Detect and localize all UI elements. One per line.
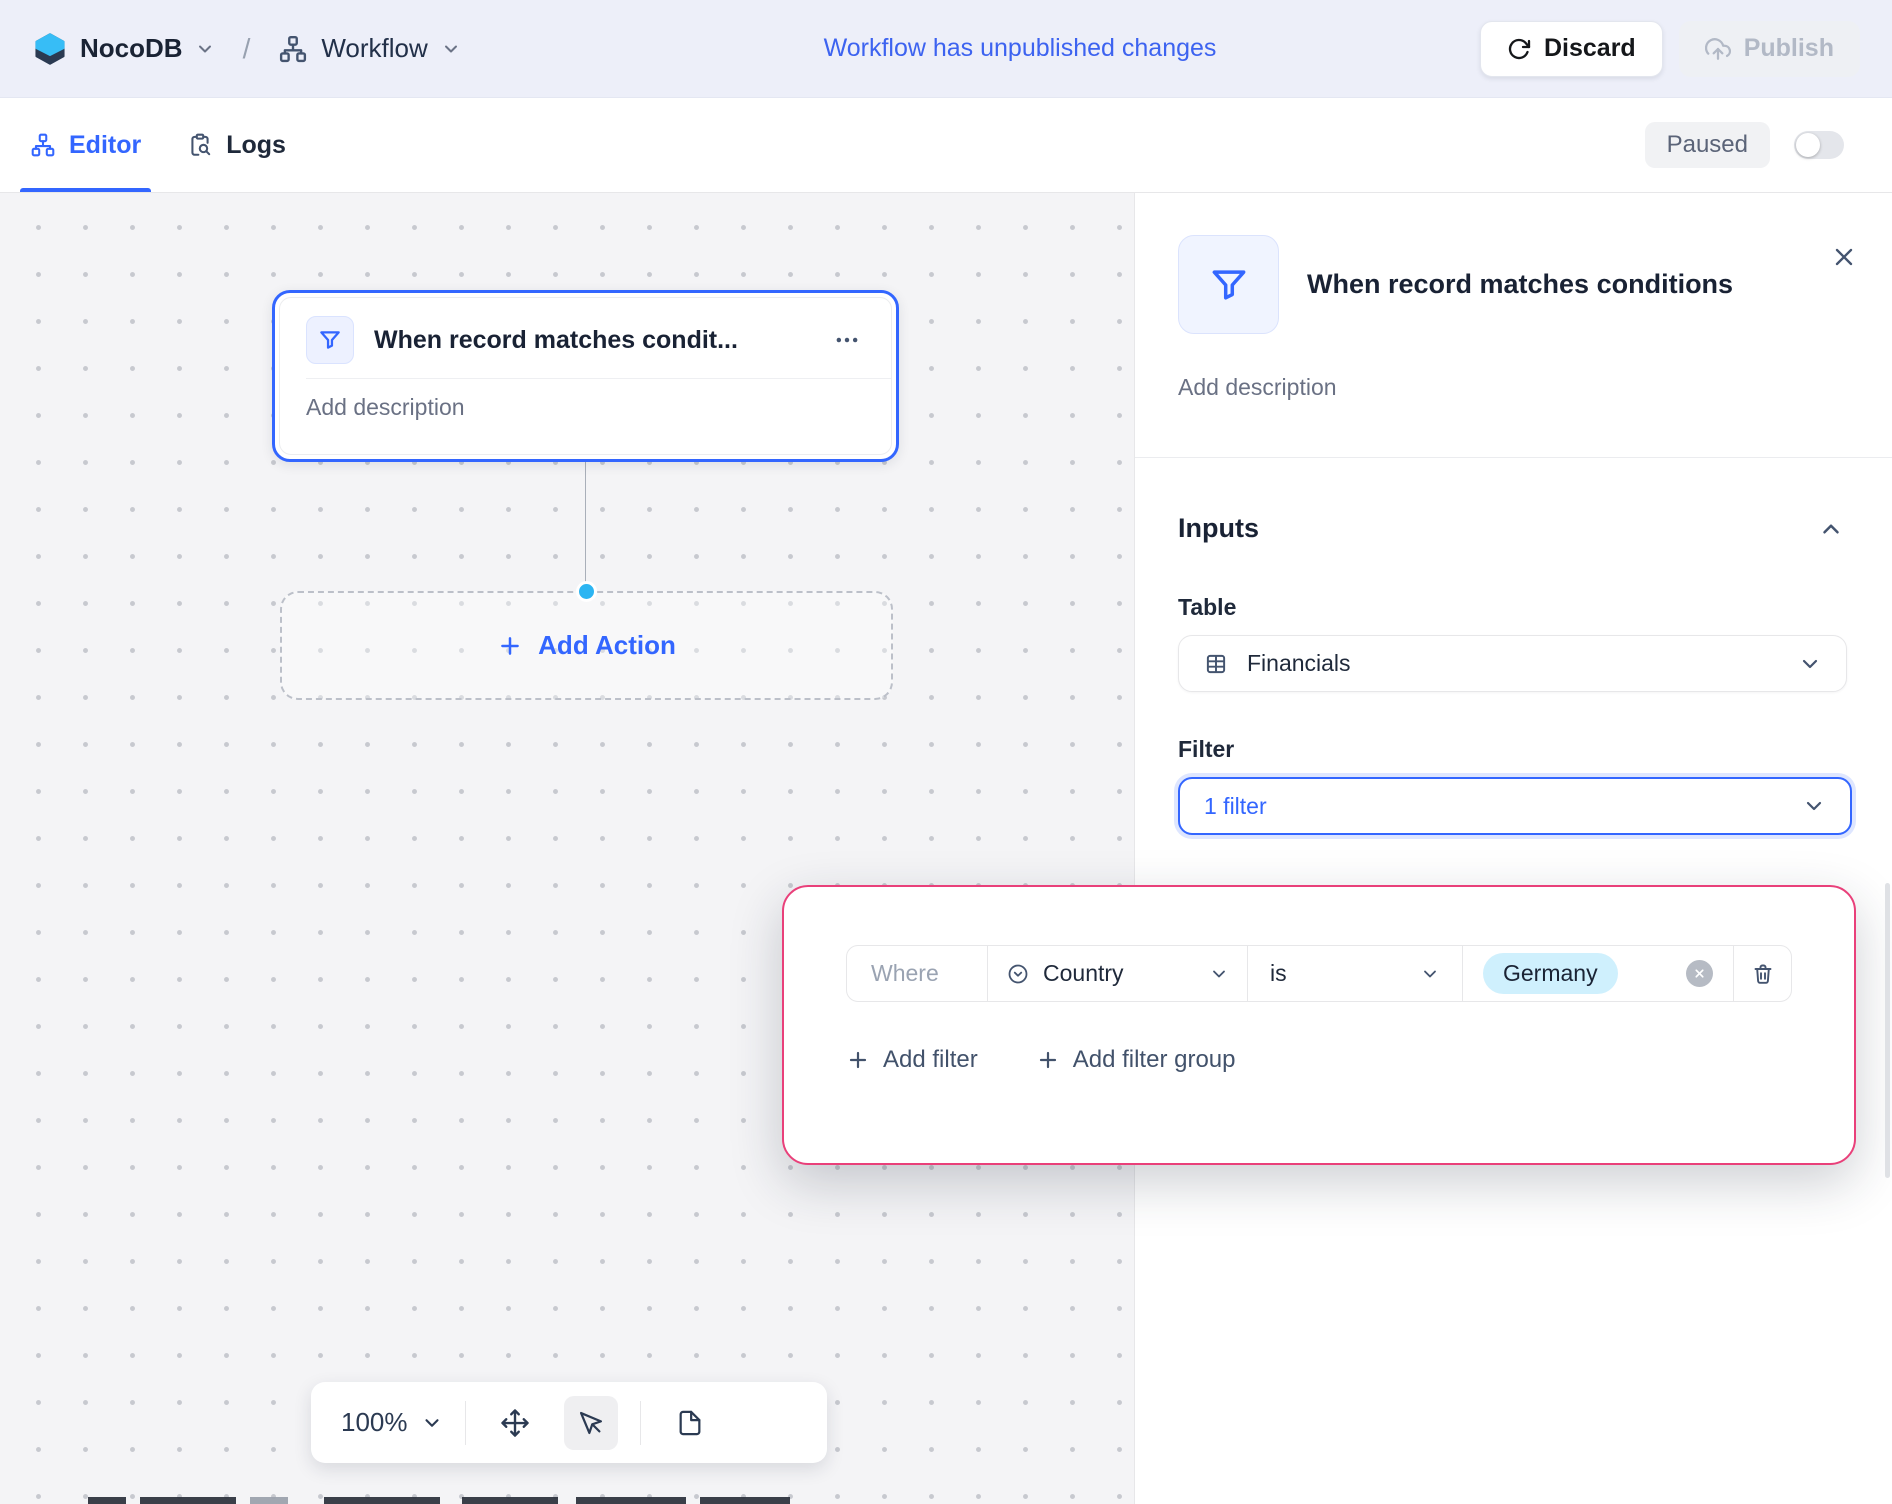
breadcrumb: NocoDB / Workflow — [32, 31, 461, 67]
clear-value-icon[interactable] — [1686, 960, 1713, 987]
node-menu-ellipsis-icon[interactable] — [829, 322, 865, 358]
table-select-value: Financials — [1247, 650, 1780, 677]
filter-funnel-icon — [306, 316, 354, 364]
workflow-label: Workflow — [321, 33, 427, 64]
filter-funnel-icon — [1178, 235, 1279, 334]
table-grid-icon — [1203, 651, 1229, 677]
select-tool-button[interactable] — [564, 1396, 618, 1450]
filter-select[interactable]: 1 filter — [1178, 777, 1852, 835]
filter-field-dropdown[interactable]: Country — [987, 946, 1247, 1001]
select-field-type-icon — [1006, 962, 1030, 986]
plus-icon — [846, 1048, 870, 1072]
chevron-down-icon — [421, 1412, 443, 1434]
toolbar-divider — [640, 1401, 641, 1445]
zoom-level-control[interactable]: 100% — [341, 1407, 443, 1438]
filter-operator-dropdown[interactable]: is — [1247, 946, 1462, 1001]
refresh-icon — [1507, 37, 1531, 61]
plus-icon — [497, 633, 523, 659]
file-icon — [676, 1409, 704, 1437]
canvas-toolbar: 100% — [311, 1382, 827, 1463]
topbar: NocoDB / Workflow Workflow has unpublish… — [0, 0, 1892, 98]
toolbar-divider — [465, 1401, 466, 1445]
publish-label: Publish — [1744, 34, 1834, 63]
filter-value-tag: Germany — [1483, 953, 1618, 994]
add-filter-group-label: Add filter group — [1073, 1046, 1236, 1074]
filter-popup-actions: Add filter Add filter group — [846, 1046, 1792, 1074]
panel-title: When record matches conditions — [1307, 268, 1733, 302]
pan-tool-button[interactable] — [488, 1396, 542, 1450]
trigger-node-title: When record matches condit... — [374, 326, 809, 355]
add-filter-label: Add filter — [883, 1046, 978, 1074]
tab-logs[interactable]: Logs — [177, 98, 296, 192]
add-filter-button[interactable]: Add filter — [846, 1046, 978, 1074]
table-field-label: Table — [1178, 594, 1849, 621]
notes-tool-button[interactable] — [663, 1396, 717, 1450]
panel-header: When record matches conditions — [1178, 235, 1792, 334]
trigger-node-header: When record matches condit... — [280, 298, 891, 378]
chevron-down-icon — [1420, 964, 1440, 984]
close-icon[interactable] — [1830, 243, 1858, 271]
topbar-actions: Discard Publish — [1480, 21, 1860, 77]
inputs-section-header[interactable]: Inputs — [1178, 513, 1844, 544]
breadcrumb-separator: / — [243, 33, 251, 65]
filter-select-value: 1 filter — [1204, 793, 1784, 820]
inputs-heading: Inputs — [1178, 513, 1259, 544]
tab-editor[interactable]: Editor — [20, 98, 151, 192]
filter-field-value: Country — [1043, 960, 1124, 987]
workflow-switcher-button[interactable]: Workflow — [278, 33, 460, 64]
filter-value-field[interactable]: Germany — [1462, 946, 1733, 1001]
panel-scrollbar[interactable] — [1885, 883, 1890, 1178]
move-arrows-icon — [500, 1408, 530, 1438]
clipped-bottom-content — [88, 1497, 790, 1504]
panel-description-placeholder[interactable]: Add description — [1178, 374, 1849, 401]
brand-name: NocoDB — [80, 33, 183, 64]
filter-field-label: Filter — [1178, 736, 1849, 763]
editor-workflow-icon — [30, 132, 56, 158]
chevron-down-icon — [1209, 964, 1229, 984]
workflow-canvas[interactable]: When record matches condit... Add descri… — [0, 193, 1134, 1504]
delete-filter-button[interactable] — [1733, 946, 1791, 1001]
publish-button[interactable]: Publish — [1679, 21, 1860, 77]
tabbar: Editor Logs Paused — [0, 98, 1892, 193]
trigger-node-card: When record matches condit... Add descri… — [279, 297, 892, 455]
panel-divider — [1135, 457, 1892, 458]
node-settings-panel: When record matches conditions Add descr… — [1134, 193, 1892, 1504]
add-action-dropzone[interactable]: Add Action — [280, 591, 893, 700]
base-switcher-button[interactable]: NocoDB — [80, 33, 215, 64]
filter-popup: Where Country is Germany — [782, 885, 1856, 1165]
tab-logs-label: Logs — [226, 131, 286, 160]
discard-button[interactable]: Discard — [1480, 21, 1663, 77]
upload-cloud-icon — [1705, 36, 1731, 62]
connector-handle[interactable] — [576, 581, 597, 602]
chevron-down-icon — [195, 39, 215, 59]
node-description-placeholder[interactable]: Add description — [280, 379, 891, 436]
plus-icon — [1036, 1048, 1060, 1072]
chevron-down-icon — [1798, 652, 1822, 676]
tabbar-right: Paused — [1645, 122, 1872, 168]
filter-condition-row: Where Country is Germany — [846, 945, 1792, 1002]
tab-editor-label: Editor — [69, 131, 141, 160]
node-connector-line — [585, 459, 587, 592]
paused-status-badge: Paused — [1645, 122, 1770, 168]
nocodb-logo-icon[interactable] — [32, 31, 68, 67]
main-area: When record matches condit... Add descri… — [0, 193, 1892, 1504]
cursor-arrow-icon — [577, 1409, 605, 1437]
table-select[interactable]: Financials — [1178, 635, 1847, 692]
add-action-label: Add Action — [538, 630, 676, 661]
trigger-node[interactable]: When record matches condit... Add descri… — [272, 290, 899, 462]
chevron-up-icon — [1818, 516, 1844, 542]
workflow-icon — [278, 34, 308, 64]
paused-toggle[interactable] — [1794, 131, 1844, 159]
chevron-down-icon — [441, 39, 461, 59]
filter-operator-value: is — [1270, 960, 1287, 987]
clipboard-search-icon — [187, 132, 213, 158]
where-label: Where — [847, 946, 987, 1001]
unpublished-changes-status: Workflow has unpublished changes — [824, 34, 1217, 63]
add-filter-group-button[interactable]: Add filter group — [1036, 1046, 1236, 1074]
discard-label: Discard — [1544, 34, 1636, 63]
zoom-level-value: 100% — [341, 1407, 408, 1438]
chevron-down-icon — [1802, 794, 1826, 818]
trash-icon — [1751, 962, 1775, 986]
